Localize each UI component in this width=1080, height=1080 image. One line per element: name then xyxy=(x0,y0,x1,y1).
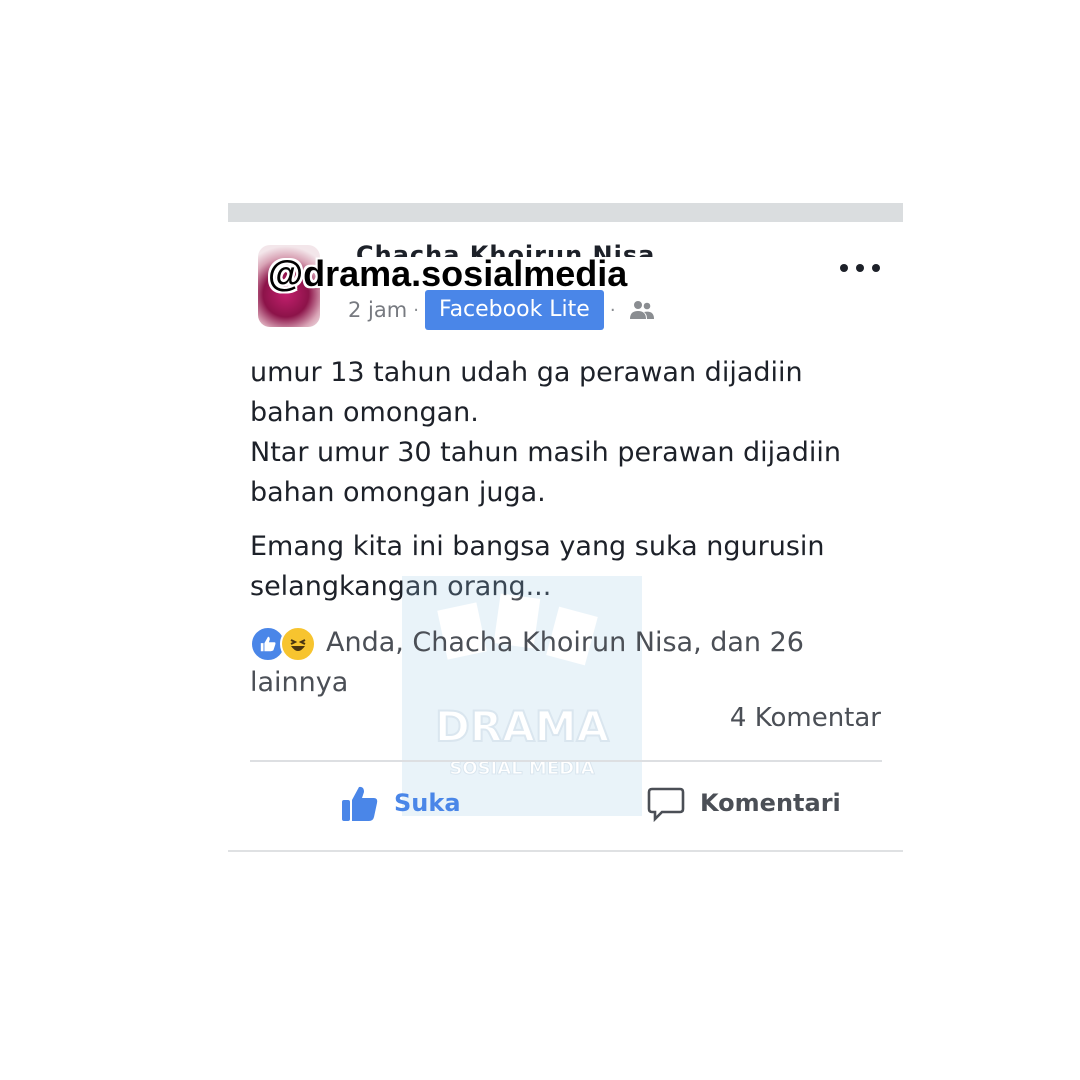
comment-button[interactable]: Komentari xyxy=(646,781,841,825)
meta-separator: · xyxy=(413,299,419,321)
meta-separator-2: · xyxy=(609,299,616,321)
post-paragraph-1: umur 13 tahun udah ga perawan dijadiin b… xyxy=(250,357,841,508)
post-card: Chacha Khoirun Nisa @drama.sosialmedia 2… xyxy=(228,203,903,852)
top-separator-bar xyxy=(228,203,903,222)
comment-count[interactable]: 4 Komentar xyxy=(730,703,881,733)
divider xyxy=(250,760,882,762)
comment-label: Komentari xyxy=(700,789,841,817)
more-options-icon[interactable] xyxy=(840,258,880,278)
comment-bubble-icon xyxy=(647,787,685,823)
post-meta: 2 jam · Facebook Lite · xyxy=(348,290,656,330)
app-badge[interactable]: Facebook Lite xyxy=(424,290,604,330)
watermark-handle: @drama.sosialmedia xyxy=(268,253,628,294)
like-label: Suka xyxy=(394,789,461,817)
reactions-text: Anda, Chacha Khoirun Nisa, dan 26 lainny… xyxy=(250,627,804,698)
haha-reaction-icon xyxy=(280,625,316,662)
friends-icon xyxy=(629,301,654,319)
logo-text: DRAMA xyxy=(435,702,610,751)
post-time[interactable]: 2 jam xyxy=(348,298,407,322)
thumbs-up-icon xyxy=(342,786,378,821)
like-button[interactable]: Suka xyxy=(340,781,461,825)
reactions-summary[interactable]: Anda, Chacha Khoirun Nisa, dan 26 lainny… xyxy=(250,623,880,703)
